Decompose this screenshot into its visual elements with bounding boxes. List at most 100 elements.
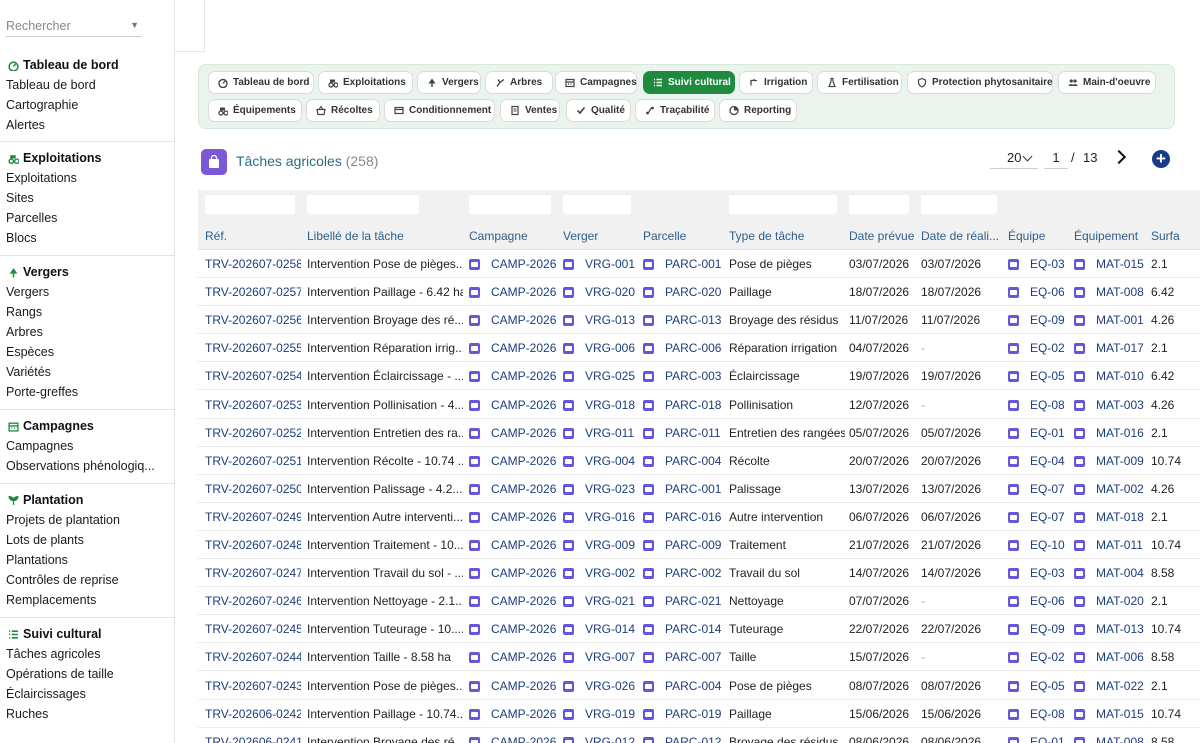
table-cell[interactable]: VRG-021: [585, 594, 639, 608]
table-cell[interactable]: EQ-01: [1030, 735, 1068, 743]
link-icon[interactable]: [563, 315, 574, 327]
link-icon[interactable]: [1008, 568, 1019, 580]
table-cell[interactable]: CAMP-2026: [491, 482, 559, 496]
table-cell[interactable]: CAMP-2026: [491, 735, 559, 743]
search-select[interactable]: Rechercher ▼: [6, 16, 142, 37]
sidebar-item[interactable]: Contrôles de reprise: [0, 570, 174, 590]
link-icon[interactable]: [469, 343, 480, 355]
column-filter-input[interactable]: [469, 195, 551, 214]
column-header[interactable]: Verger: [563, 229, 639, 243]
sidebar-item[interactable]: Éclaircissages: [0, 684, 174, 704]
table-row[interactable]: TRV-202607-0257 Intervention Paillage - 6…: [198, 278, 1200, 307]
link-icon[interactable]: [1074, 259, 1085, 270]
link-icon[interactable]: [1008, 652, 1019, 664]
sidebar-item[interactable]: Variétés: [0, 362, 174, 382]
table-cell[interactable]: EQ-03: [1030, 257, 1068, 271]
table-cell[interactable]: PARC-007: [665, 650, 725, 664]
table-cell[interactable]: EQ-09: [1030, 313, 1068, 327]
table-cell[interactable]: MAT-001: [1096, 313, 1146, 327]
table-cell[interactable]: CAMP-2026: [491, 285, 559, 299]
link-icon[interactable]: [469, 624, 480, 636]
link-icon[interactable]: [643, 483, 654, 495]
sidebar-item[interactable]: Tâches agricoles: [0, 644, 174, 664]
tab-13[interactable]: Ventes: [500, 99, 560, 122]
page-number-input[interactable]: 1: [1044, 149, 1068, 169]
column-header[interactable]: Libellé de la tâche: [307, 229, 463, 243]
table-row[interactable]: TRV-202606-0242 Intervention Paillage - 1…: [198, 700, 1200, 728]
table-cell[interactable]: VRG-011: [585, 426, 639, 440]
task-ref-link[interactable]: TRV-202607-0257: [205, 285, 301, 299]
table-row[interactable]: TRV-202607-0253 Intervention Pollinisatio…: [198, 391, 1200, 419]
sidebar-item[interactable]: Porte-greffes: [0, 382, 174, 402]
tab-16[interactable]: Reporting: [719, 99, 797, 122]
column-header[interactable]: Campagne: [469, 229, 559, 243]
column-header[interactable]: Parcelle: [643, 229, 725, 243]
sidebar-item[interactable]: Blocs: [0, 228, 174, 248]
link-icon[interactable]: [563, 624, 574, 636]
link-icon[interactable]: [1008, 483, 1019, 495]
link-icon[interactable]: [643, 455, 654, 467]
link-icon[interactable]: [643, 596, 654, 608]
table-row[interactable]: TRV-202607-0247 Intervention Travail du s…: [198, 559, 1200, 588]
link-icon[interactable]: [1074, 596, 1085, 608]
task-ref-link[interactable]: TRV-202607-0246: [205, 594, 301, 608]
table-row[interactable]: TRV-202607-0246 Intervention Nettoyage - …: [198, 587, 1200, 616]
table-cell[interactable]: EQ-03: [1030, 566, 1068, 580]
link-icon[interactable]: [469, 680, 480, 692]
table-cell[interactable]: CAMP-2026: [491, 454, 559, 468]
table-cell[interactable]: VRG-023: [585, 482, 639, 496]
column-filter-input[interactable]: [205, 195, 295, 214]
link-icon[interactable]: [563, 371, 574, 383]
link-icon[interactable]: [1074, 483, 1085, 495]
link-icon[interactable]: [1074, 343, 1085, 355]
table-cell[interactable]: CAMP-2026: [491, 594, 559, 608]
table-cell[interactable]: MAT-015: [1096, 257, 1146, 271]
table-row[interactable]: TRV-202607-0254 Intervention Éclaircissag…: [198, 362, 1200, 391]
tab-14[interactable]: Qualité: [566, 99, 631, 122]
task-ref-link[interactable]: TRV-202607-0249: [205, 510, 301, 524]
table-cell[interactable]: EQ-06: [1030, 285, 1068, 299]
table-cell[interactable]: CAMP-2026: [491, 650, 559, 664]
tab-7[interactable]: Fertilisation: [817, 71, 902, 94]
link-icon[interactable]: [643, 540, 654, 551]
table-cell[interactable]: VRG-001: [585, 257, 639, 271]
link-icon[interactable]: [469, 455, 480, 467]
link-icon[interactable]: [1074, 287, 1085, 299]
sidebar-group-title[interactable]: Plantation: [0, 490, 174, 510]
table-row[interactable]: TRV-202607-0255 Intervention Réparation i…: [198, 334, 1200, 363]
tab-2[interactable]: Vergers: [417, 71, 481, 94]
table-cell[interactable]: CAMP-2026: [491, 566, 559, 580]
task-ref-link[interactable]: TRV-202607-0258: [205, 257, 301, 271]
table-cell[interactable]: VRG-006: [585, 341, 639, 355]
sidebar-item[interactable]: Lots de plants: [0, 530, 174, 550]
task-ref-link[interactable]: TRV-202607-0247: [205, 566, 301, 580]
link-icon[interactable]: [469, 427, 480, 439]
task-ref-link[interactable]: TRV-202607-0256: [205, 313, 301, 327]
table-cell[interactable]: PARC-009: [665, 538, 725, 552]
sidebar-group-title[interactable]: Suivi cultural: [0, 624, 174, 644]
sidebar-item[interactable]: Arbres: [0, 322, 174, 342]
link-icon[interactable]: [643, 371, 654, 383]
sidebar-group-title[interactable]: Exploitations: [0, 148, 174, 168]
link-icon[interactable]: [469, 287, 480, 299]
table-cell[interactable]: EQ-02: [1030, 650, 1068, 664]
table-cell[interactable]: PARC-011: [665, 426, 725, 440]
link-icon[interactable]: [563, 399, 574, 411]
table-cell[interactable]: VRG-002: [585, 566, 639, 580]
table-cell[interactable]: CAMP-2026: [491, 369, 559, 383]
sidebar-item[interactable]: Exploitations: [0, 168, 174, 188]
table-row[interactable]: TRV-202607-0249 Intervention Autre interv…: [198, 503, 1200, 531]
link-icon[interactable]: [1008, 343, 1019, 355]
task-ref-link[interactable]: TRV-202607-0250: [205, 482, 301, 496]
table-cell[interactable]: EQ-02: [1030, 341, 1068, 355]
link-icon[interactable]: [1074, 427, 1085, 439]
link-icon[interactable]: [563, 259, 574, 270]
table-cell[interactable]: VRG-016: [585, 510, 639, 524]
task-ref-link[interactable]: TRV-202607-0245: [205, 622, 301, 636]
link-icon[interactable]: [469, 540, 480, 551]
table-cell[interactable]: CAMP-2026: [491, 398, 559, 412]
link-icon[interactable]: [563, 540, 574, 551]
link-icon[interactable]: [1074, 568, 1085, 580]
table-cell[interactable]: PARC-013: [665, 313, 725, 327]
link-icon[interactable]: [1074, 511, 1085, 523]
